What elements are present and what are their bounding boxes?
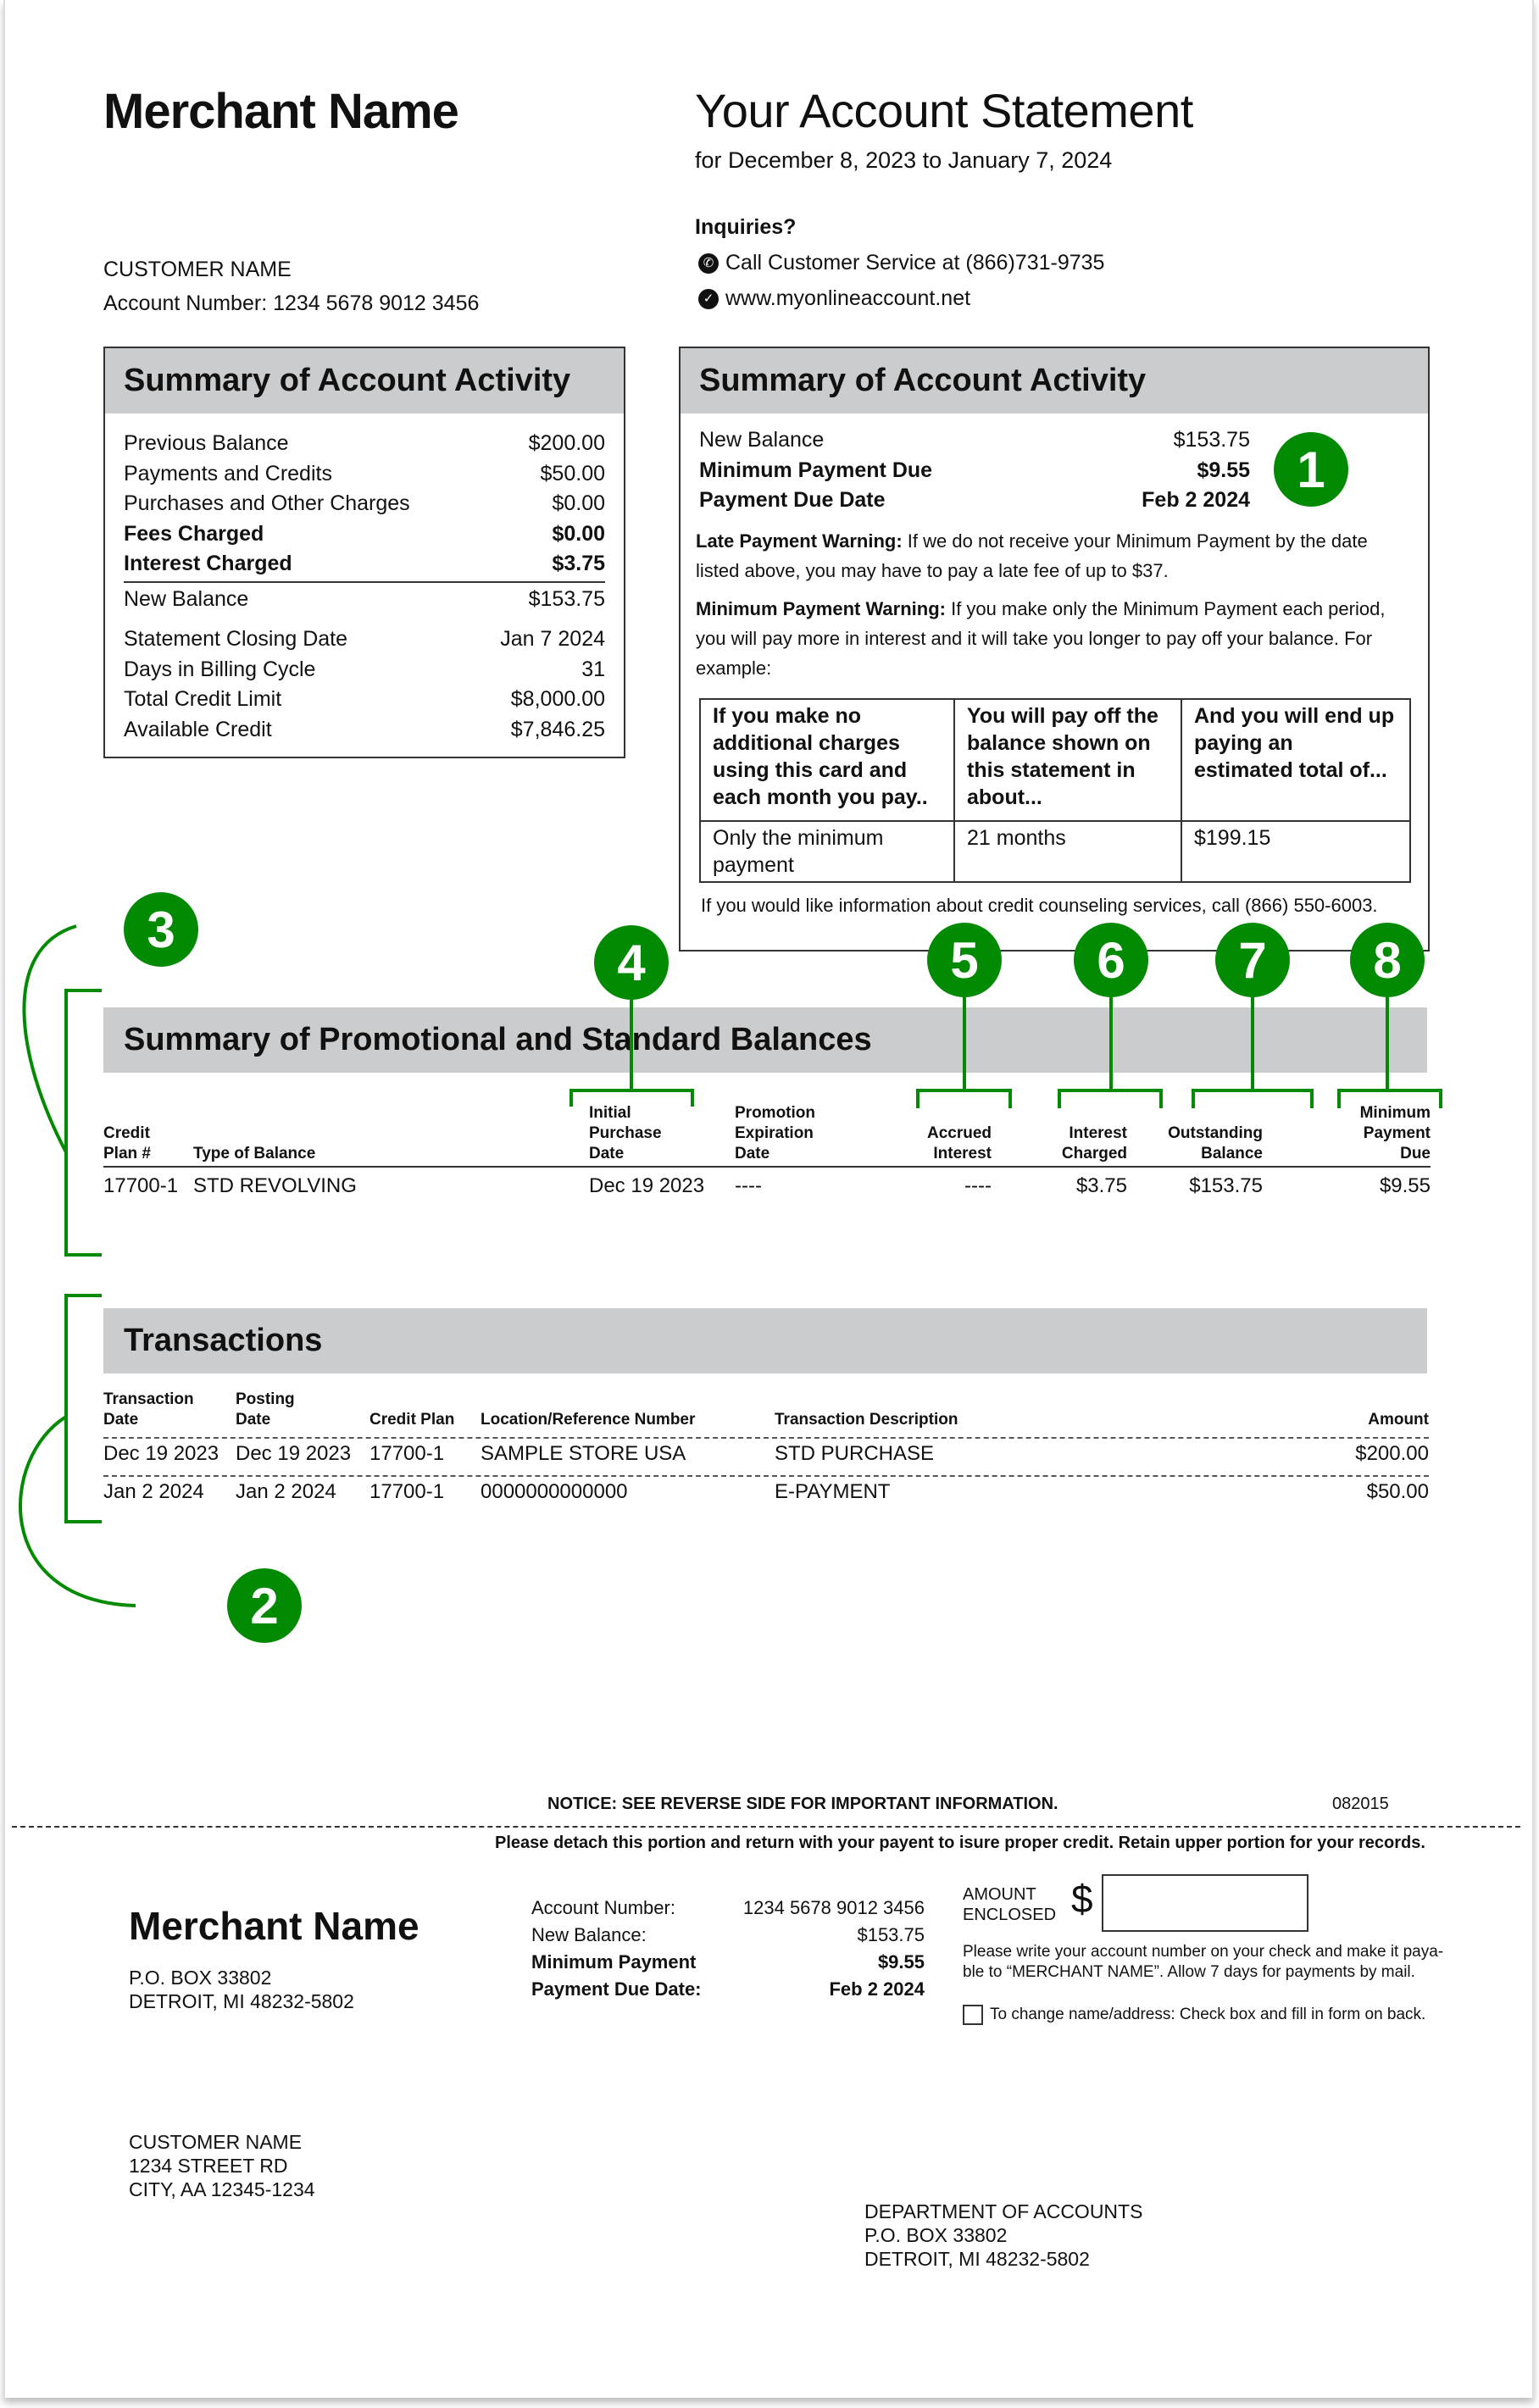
callout-badge-6: 6 xyxy=(1074,923,1148,997)
connector-4 xyxy=(569,1000,694,1107)
connector-2 xyxy=(19,1415,136,1607)
callout-badge-4: 4 xyxy=(594,925,669,1000)
callout-overlay xyxy=(19,924,1442,1607)
callout-badge-2: 2 xyxy=(227,1568,302,1643)
callout-badge-5: 5 xyxy=(927,923,1002,997)
callout-badge-7: 7 xyxy=(1215,923,1290,997)
bracket-transactions xyxy=(64,1294,102,1523)
connector-3 xyxy=(22,924,77,1153)
callout-badge-8: 8 xyxy=(1350,923,1425,997)
callout-badge-1: 1 xyxy=(1274,432,1348,507)
bracket-promo xyxy=(64,989,102,1257)
callout-badge-3: 3 xyxy=(124,892,198,967)
